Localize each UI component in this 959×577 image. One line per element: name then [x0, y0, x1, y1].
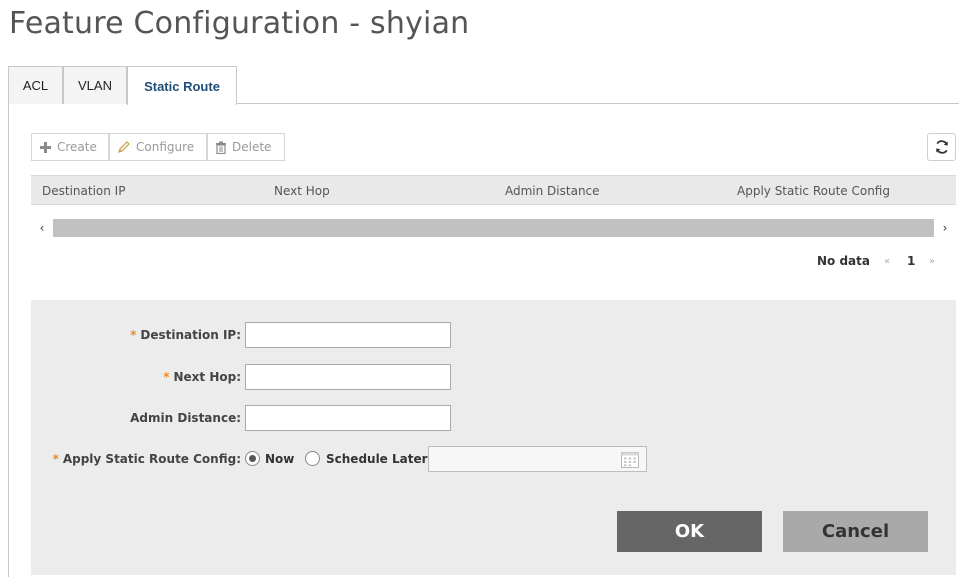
- page-title: Feature Configuration - shyian: [9, 6, 470, 41]
- cancel-button[interactable]: Cancel: [783, 511, 928, 552]
- configure-button-label: Configure: [136, 140, 195, 154]
- tab-bar: ACL VLAN Static Route: [8, 66, 959, 105]
- column-header-destination-ip[interactable]: Destination IP: [42, 176, 125, 206]
- refresh-button[interactable]: [927, 133, 956, 161]
- pencil-icon: [118, 141, 130, 153]
- admin-distance-label: Admin Distance:: [130, 411, 241, 425]
- apply-now-radio[interactable]: [245, 451, 260, 466]
- schedule-later-label[interactable]: Schedule Later: [326, 452, 428, 466]
- create-button-label: Create: [57, 140, 97, 154]
- pager-prev[interactable]: «: [884, 252, 890, 270]
- required-marker: *: [130, 328, 137, 342]
- delete-button-label: Delete: [232, 140, 272, 154]
- refresh-icon: [935, 140, 948, 154]
- apply-static-route-config-label: * Apply Static Route Config:: [52, 452, 241, 466]
- configure-button[interactable]: Configure: [109, 133, 207, 161]
- next-hop-label: * Next Hop:: [163, 370, 241, 384]
- tab-acl[interactable]: ACL: [8, 66, 63, 104]
- scrollbar-track[interactable]: [53, 219, 934, 237]
- required-marker: *: [163, 370, 170, 384]
- required-marker: *: [52, 452, 59, 466]
- pager-status: No data: [817, 254, 870, 268]
- next-hop-input[interactable]: [245, 364, 451, 390]
- grid-header: Destination IP Next Hop Admin Distance A…: [31, 175, 956, 205]
- pager-next[interactable]: »: [929, 252, 935, 270]
- tab-vlan[interactable]: VLAN: [63, 66, 127, 104]
- column-header-next-hop[interactable]: Next Hop: [274, 176, 330, 206]
- column-header-apply-static-route-config[interactable]: Apply Static Route Config: [737, 176, 890, 206]
- apply-now-label[interactable]: Now: [265, 452, 294, 466]
- ok-button[interactable]: OK: [617, 511, 762, 552]
- tab-acl-label: ACL: [22, 78, 49, 93]
- delete-button[interactable]: Delete: [207, 133, 285, 161]
- admin-distance-input[interactable]: [245, 405, 451, 431]
- destination-ip-input[interactable]: [245, 322, 451, 348]
- plus-icon: [40, 141, 51, 153]
- tab-static-route-label: Static Route: [144, 78, 220, 94]
- pager-current-page[interactable]: 1: [907, 252, 915, 270]
- destination-ip-label: * Destination IP:: [130, 328, 241, 342]
- tab-vlan-label: VLAN: [78, 78, 112, 93]
- horizontal-scrollbar[interactable]: ‹ ›: [31, 217, 956, 239]
- calendar-icon[interactable]: [621, 451, 639, 468]
- tab-static-route[interactable]: Static Route: [127, 66, 237, 105]
- schedule-datetime-input[interactable]: [428, 446, 647, 472]
- trash-icon: [216, 141, 226, 154]
- scroll-right-arrow[interactable]: ›: [934, 217, 956, 239]
- scroll-left-arrow[interactable]: ‹: [31, 217, 53, 239]
- create-button[interactable]: Create: [31, 133, 109, 161]
- column-header-admin-distance[interactable]: Admin Distance: [505, 176, 600, 206]
- schedule-later-radio[interactable]: [305, 451, 320, 466]
